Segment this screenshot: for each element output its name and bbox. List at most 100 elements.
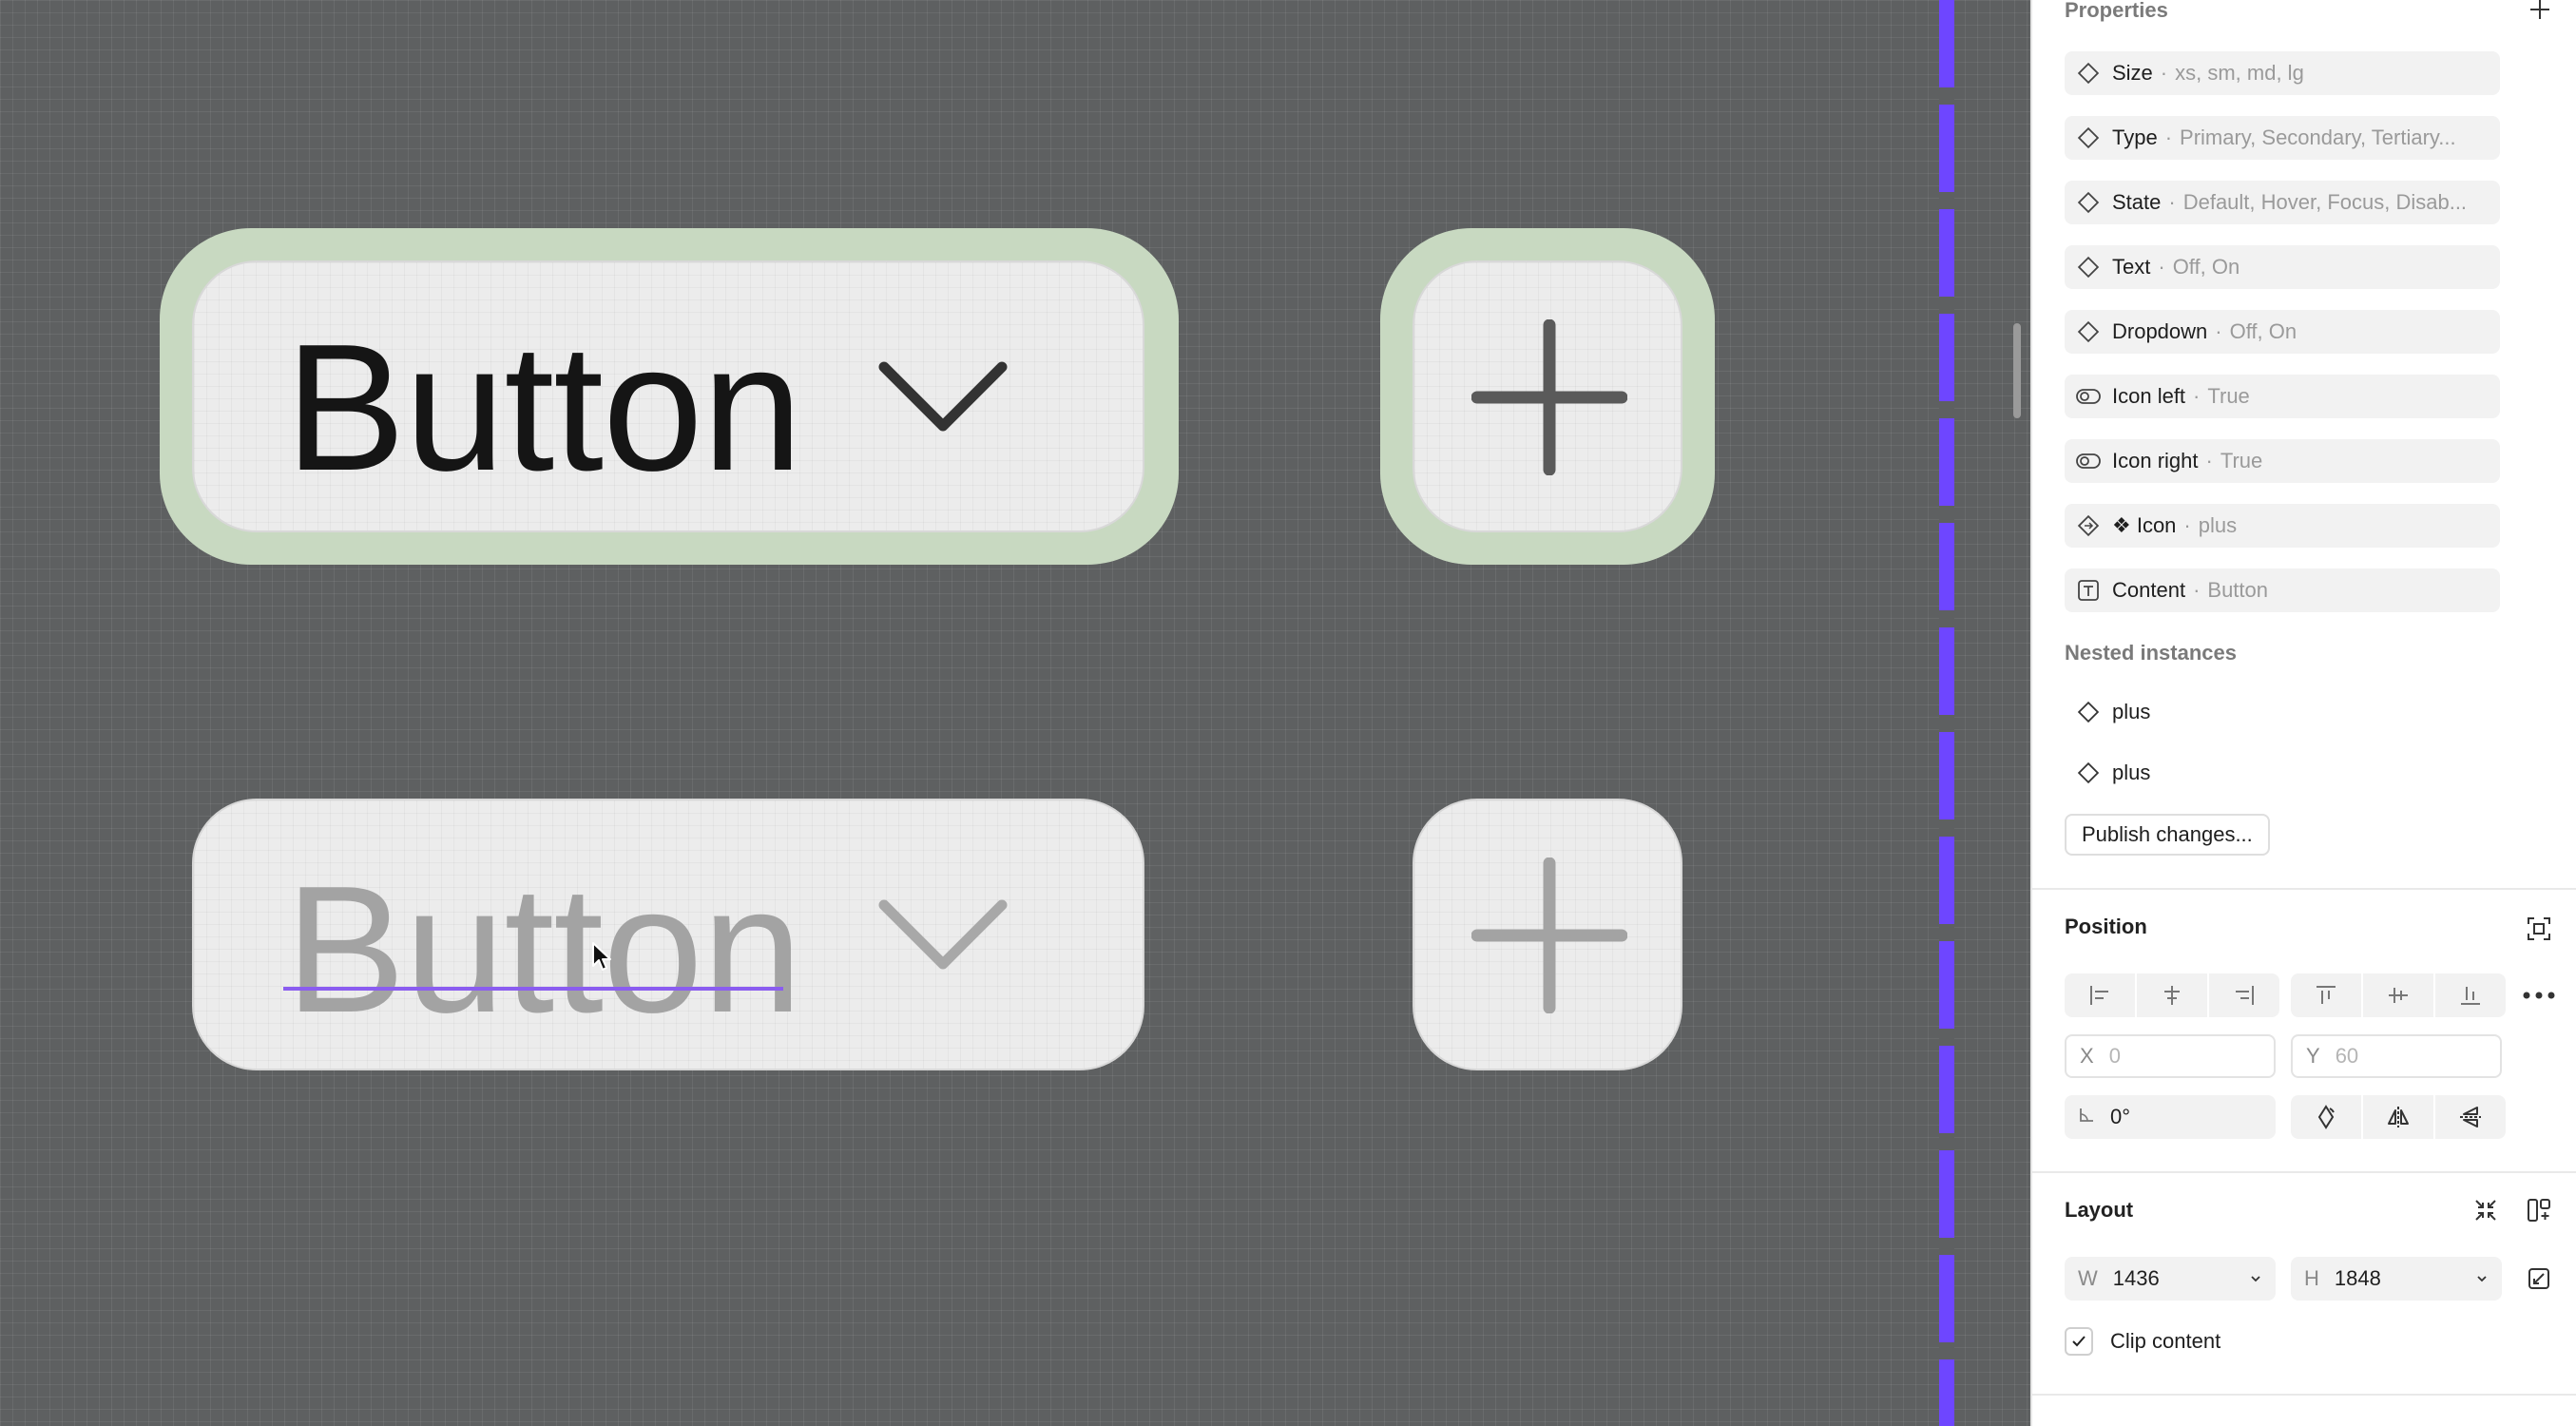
auto-layout-icon[interactable] xyxy=(2523,1194,2555,1226)
icon-button-focused[interactable] xyxy=(1413,260,1682,532)
variant-diamond-icon xyxy=(2074,124,2103,152)
y-position-field[interactable]: Y 60 xyxy=(2291,1034,2502,1078)
boolean-toggle-icon xyxy=(2074,382,2103,411)
property-separator: · xyxy=(2193,384,2201,408)
flip-horizontal-button[interactable] xyxy=(2363,1095,2433,1139)
instance-swap-icon xyxy=(2074,511,2103,540)
button-focused-dropdown[interactable]: Button xyxy=(192,260,1144,532)
property-separator: · xyxy=(2215,319,2222,343)
rotate-button[interactable] xyxy=(2291,1095,2361,1139)
icon-button-disabled[interactable] xyxy=(1413,799,1682,1070)
align-bottom-button[interactable] xyxy=(2435,973,2506,1017)
x-label: X xyxy=(2080,1044,2094,1068)
nested-instances-title: Nested instances xyxy=(2065,641,2237,665)
width-value: 1436 xyxy=(2112,1266,2160,1290)
property-name: Content xyxy=(2112,578,2186,602)
layout-title: Layout xyxy=(2065,1198,2134,1222)
align-center-v-button[interactable] xyxy=(2363,973,2433,1017)
property-row[interactable]: State · Default, Hover, Focus, Disab... xyxy=(2065,181,2500,224)
align-top-icon xyxy=(2316,986,2336,1004)
property-separator: · xyxy=(2205,449,2213,472)
property-row[interactable]: Icon right · True xyxy=(2065,439,2500,483)
property-values: True xyxy=(2207,384,2250,408)
chevron-down-icon[interactable] xyxy=(2249,1268,2262,1295)
rotation-value: 0° xyxy=(2110,1105,2131,1128)
variant-diamond-icon xyxy=(2074,59,2103,87)
publish-changes-button[interactable]: Publish changes... xyxy=(2065,814,2270,856)
properties-panel: Properties Size · xs, sm, md, lg Type · Prima… xyxy=(2030,0,2576,1426)
y-value: 60 xyxy=(2335,1044,2359,1068)
rotation-field[interactable]: 0° xyxy=(2065,1095,2276,1139)
rotation-icon xyxy=(2078,1105,2095,1129)
property-separator: · xyxy=(2164,125,2173,149)
chevron-down-icon xyxy=(878,899,1008,972)
y-label: Y xyxy=(2306,1044,2320,1068)
property-values: plus xyxy=(2198,513,2238,537)
nested-instance-plus[interactable]: plus xyxy=(2065,690,2500,734)
frame-boundary xyxy=(1939,0,1954,1426)
property-values: xs, sm, md, lg xyxy=(2175,61,2304,85)
variant-diamond-icon xyxy=(2074,253,2103,281)
property-row[interactable]: Type · Primary, Secondary, Tertiary... xyxy=(2065,116,2500,160)
property-separator: · xyxy=(2193,578,2201,602)
property-name: Icon left xyxy=(2112,384,2186,408)
position-title: Position xyxy=(2065,915,2147,938)
property-values: True xyxy=(2220,449,2263,472)
x-position-field[interactable]: X 0 xyxy=(2065,1034,2276,1078)
property-name: Text xyxy=(2112,255,2151,279)
property-row[interactable]: ❖ Icon · plus xyxy=(2065,504,2500,548)
property-values: Button xyxy=(2207,578,2268,602)
property-name: Size xyxy=(2112,61,2153,85)
height-value: 1848 xyxy=(2334,1266,2381,1290)
x-value: 0 xyxy=(2108,1044,2121,1068)
flip-vertical-button[interactable] xyxy=(2435,1095,2506,1139)
instance-diamond-icon xyxy=(2074,698,2103,726)
chevron-down-icon xyxy=(878,361,1008,434)
align-center-h-button[interactable] xyxy=(2137,973,2207,1017)
chevron-down-icon[interactable] xyxy=(2475,1268,2489,1295)
button-disabled-dropdown[interactable]: Button xyxy=(192,799,1144,1070)
design-canvas[interactable]: Button Button xyxy=(0,0,2030,1426)
align-vertical-center-icon xyxy=(2389,988,2408,1003)
align-right-button[interactable] xyxy=(2209,973,2279,1017)
property-row[interactable]: Size · xs, sm, md, lg xyxy=(2065,51,2500,95)
property-separator: · xyxy=(2168,190,2176,214)
boolean-toggle-icon xyxy=(2074,447,2103,475)
property-name: State xyxy=(2112,190,2162,214)
nested-instance-plus[interactable]: plus xyxy=(2065,751,2500,795)
align-left-button[interactable] xyxy=(2065,973,2135,1017)
properties-title: Properties xyxy=(2065,0,2168,22)
more-options-icon[interactable] xyxy=(2521,983,2557,1008)
property-row[interactable]: Content · Button xyxy=(2065,568,2500,612)
align-top-button[interactable] xyxy=(2291,973,2361,1017)
flip-horizontal-icon xyxy=(2388,1107,2409,1127)
property-row[interactable]: Dropdown · Off, On xyxy=(2065,310,2500,354)
property-values: Off, On xyxy=(2172,255,2240,279)
width-field[interactable]: W 1436 xyxy=(2065,1257,2276,1301)
section-divider xyxy=(2032,1394,2576,1396)
plus-icon[interactable] xyxy=(2527,0,2553,23)
property-row[interactable]: Text · Off, On xyxy=(2065,245,2500,289)
property-name: ❖ Icon xyxy=(2112,513,2177,537)
property-name: Type xyxy=(2112,125,2158,149)
button-label: Button xyxy=(285,307,802,509)
align-horizontal-center-icon xyxy=(2164,986,2180,1005)
align-bottom-icon xyxy=(2461,987,2480,1005)
variant-diamond-icon xyxy=(2074,318,2103,346)
canvas-scrollbar[interactable] xyxy=(2013,323,2021,418)
flip-vertical-icon xyxy=(2460,1107,2481,1127)
checkmark-icon xyxy=(2072,1336,2086,1347)
nested-instance-label: plus xyxy=(2112,700,2151,723)
property-separator: · xyxy=(2158,255,2165,279)
clip-content-checkbox[interactable] xyxy=(2065,1327,2093,1356)
property-row[interactable]: Icon left · True xyxy=(2065,375,2500,418)
align-left-icon xyxy=(2090,986,2108,1005)
collapse-icon[interactable] xyxy=(2470,1194,2502,1226)
button-label-editing[interactable]: Button xyxy=(285,859,802,1040)
property-separator: · xyxy=(2160,61,2168,85)
height-field[interactable]: H 1848 xyxy=(2291,1257,2502,1301)
rotate-90-icon xyxy=(2317,1105,2335,1129)
focus-frame-icon[interactable] xyxy=(2523,913,2555,945)
resize-to-fit-icon[interactable] xyxy=(2523,1262,2555,1295)
property-separator: · xyxy=(2183,513,2191,537)
